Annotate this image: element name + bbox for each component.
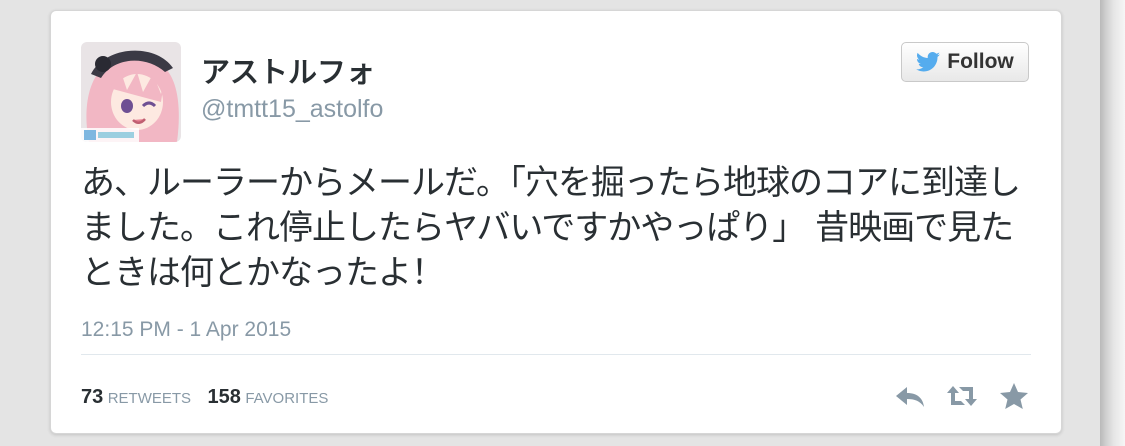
tweet-actions <box>893 381 1031 411</box>
tweet-text: あ、ルーラーからメールだ。「穴を掘ったら地球のコアに到達しました。これ停止したら… <box>81 163 1021 293</box>
window-edge-shadow <box>1100 0 1125 446</box>
follow-button[interactable]: Follow <box>901 42 1029 82</box>
reply-icon[interactable] <box>893 381 927 411</box>
tweet-stats: 73 Retweets 158 Favorites <box>81 386 340 409</box>
display-name[interactable]: アストルフォ <box>201 49 375 91</box>
favorite-count[interactable]: 158 <box>208 386 241 408</box>
tweet-timestamp[interactable]: 12:15 PM - 1 Apr 2015 <box>81 318 291 342</box>
stats-divider <box>81 354 1031 355</box>
star-icon[interactable] <box>997 381 1031 411</box>
user-handle[interactable]: @tmtt15_astolfo <box>201 95 383 124</box>
follow-label: Follow <box>947 50 1014 73</box>
retweet-icon[interactable] <box>945 381 979 411</box>
tweet-card: アストルフォ @tmtt15_astolfo Follow あ、ルーラーからメー… <box>50 10 1062 434</box>
avatar[interactable] <box>81 42 181 142</box>
retweet-label[interactable]: Retweets <box>108 390 191 407</box>
favorite-label[interactable]: Favorites <box>245 390 328 407</box>
twitter-bird-icon <box>916 52 941 72</box>
retweet-count[interactable]: 73 <box>81 386 103 408</box>
